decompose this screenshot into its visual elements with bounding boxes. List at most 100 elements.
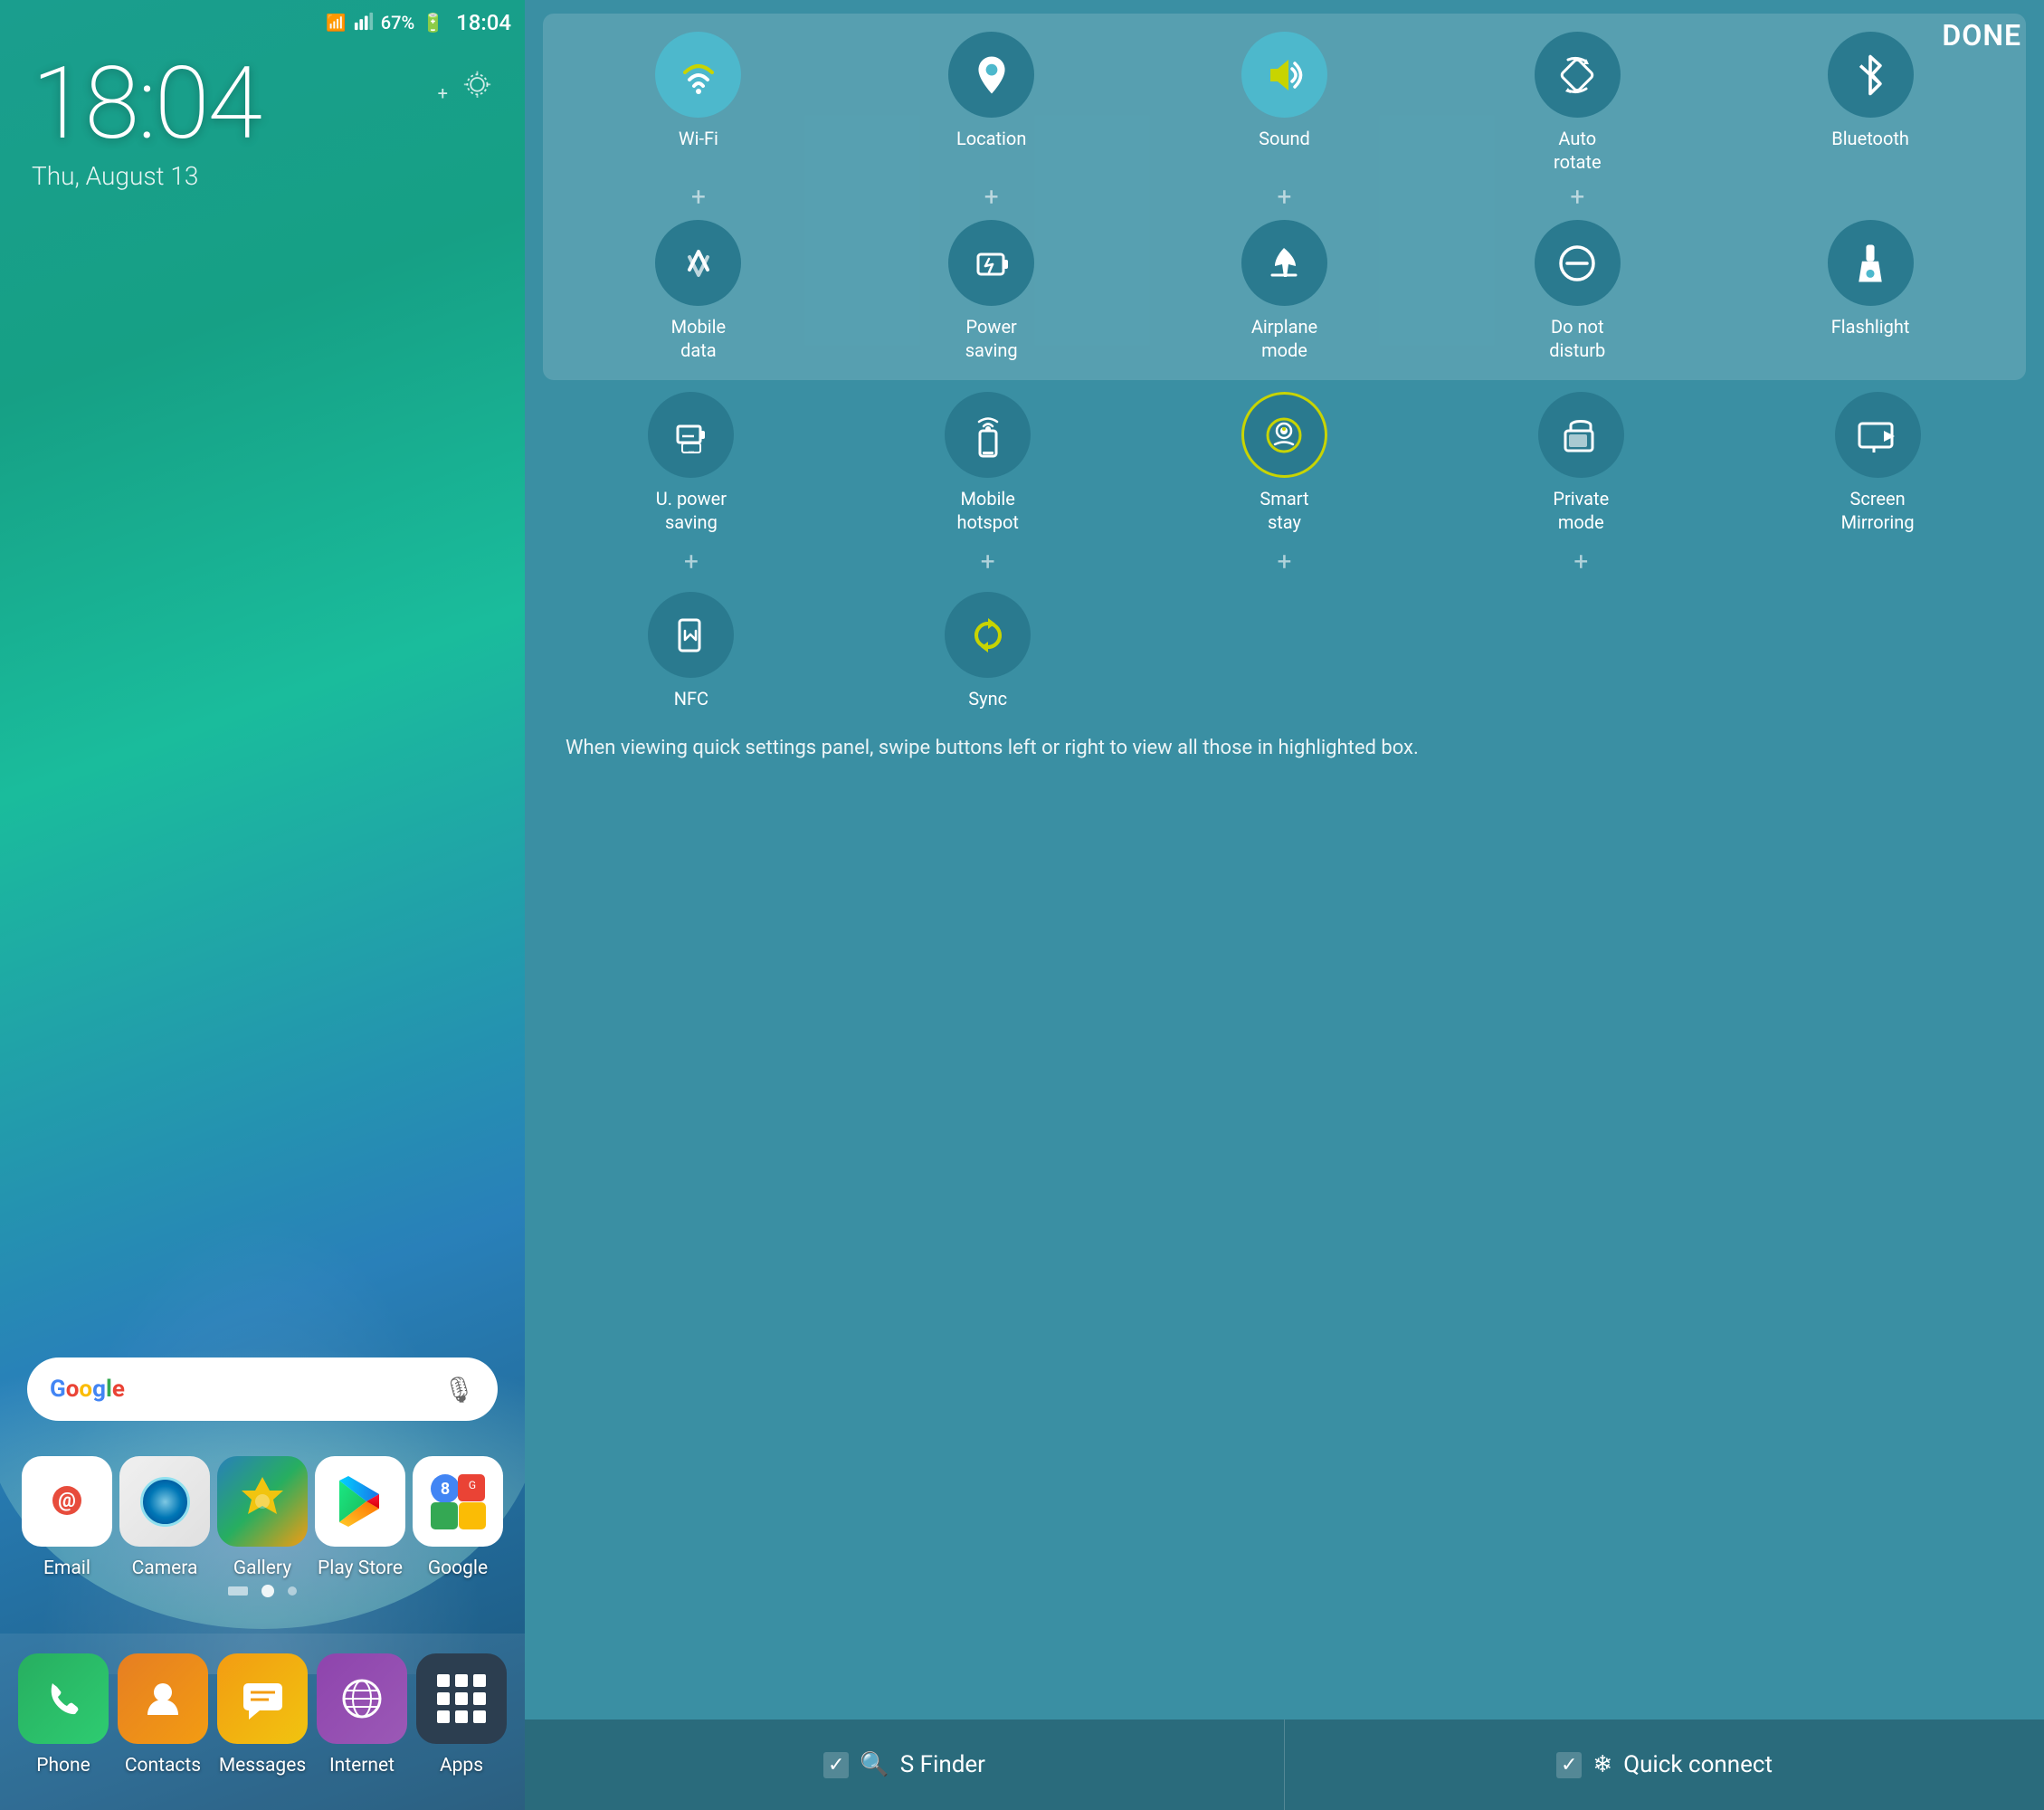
quickconnect-label: Quick connect — [1623, 1751, 1773, 1778]
done-button[interactable]: DONE — [1942, 18, 2021, 52]
mobilehotspot-label: Mobile hotspot — [956, 487, 1018, 534]
plus-4[interactable]: + — [1523, 182, 1631, 212]
quick-settings-container: Wi-Fi Location — [525, 0, 2044, 1720]
weather-widget[interactable]: + — [438, 68, 502, 118]
sfinder-button[interactable]: ✓ 🔍 S Finder — [525, 1720, 1285, 1810]
home-screen: 📶 67% 🔋 18:04 18:04 Thu, August 13 + — [0, 0, 525, 1810]
search-bar[interactable]: Google 🎙 — [27, 1358, 498, 1421]
qs-nfc[interactable]: NFC — [637, 592, 746, 710]
sound-label: Sound — [1259, 127, 1310, 150]
svg-text:G: G — [468, 1479, 475, 1491]
page-dot-1 — [228, 1586, 248, 1596]
plus-r3-3[interactable]: + — [1230, 547, 1338, 576]
plus-r3-1[interactable]: + — [637, 547, 746, 576]
quickconnect-button[interactable]: ✓ ❄ Quick connect — [1285, 1720, 2044, 1810]
app-camera[interactable]: Camera — [119, 1456, 210, 1579]
qs-sound[interactable]: Sound — [1230, 32, 1338, 150]
sound-toggle-icon — [1241, 32, 1327, 118]
plus-1[interactable]: + — [644, 182, 753, 212]
apps-label: Apps — [440, 1755, 483, 1777]
wifi-toggle-icon — [655, 32, 741, 118]
privatemode-label: Private mode — [1553, 487, 1609, 534]
contacts-label: Contacts — [125, 1755, 201, 1777]
contacts-icon — [118, 1653, 208, 1744]
qs-plus-row-1: + + + + — [552, 178, 2017, 215]
autorotate-label: Auto rotate — [1554, 127, 1602, 174]
google-app-label: Google — [428, 1558, 488, 1579]
qs-screenmirroring[interactable]: Screen Mirroring — [1823, 392, 1932, 534]
qs-mobiledata[interactable]: Mobile data — [644, 220, 753, 362]
mobilehotspot-toggle-icon — [945, 392, 1031, 478]
weather-add-icon: + — [438, 82, 448, 104]
sync-toggle-icon — [945, 592, 1031, 678]
svg-text:@: @ — [58, 1490, 76, 1512]
screenmirroring-toggle-icon — [1835, 392, 1921, 478]
qs-highlighted-section: Wi-Fi Location — [543, 14, 2026, 380]
dock-messages[interactable]: Messages — [217, 1653, 308, 1777]
location-toggle-icon — [948, 32, 1034, 118]
microphone-icon[interactable]: 🎙 — [442, 1375, 475, 1405]
gallery-label: Gallery — [233, 1558, 291, 1579]
qs-sync[interactable]: Sync — [934, 592, 1042, 710]
airplanemode-toggle-icon — [1241, 220, 1327, 306]
app-email[interactable]: @ Email — [22, 1456, 112, 1579]
dock-phone[interactable]: Phone — [18, 1653, 109, 1777]
camera-label: Camera — [132, 1558, 198, 1579]
qs-airplanemode[interactable]: Airplane mode — [1230, 220, 1338, 362]
qs-location[interactable]: Location — [937, 32, 1046, 150]
qs-plus-row-3: + + + + — [543, 543, 2026, 580]
battery-percent: 67% — [381, 12, 414, 33]
qs-upowersaving[interactable]: ... U. power saving — [637, 392, 746, 534]
qs-row-4: NFC Sync — [543, 587, 2026, 715]
weather-icon — [452, 68, 502, 118]
qs-donotdisturb[interactable]: Do not disturb — [1523, 220, 1631, 362]
qs-autorotate[interactable]: Auto rotate — [1523, 32, 1631, 174]
wifi-label: Wi-Fi — [679, 127, 718, 150]
plus-r3-4[interactable]: + — [1526, 547, 1635, 576]
flashlight-label: Flashlight — [1831, 315, 1910, 338]
dock-internet[interactable]: Internet — [317, 1653, 407, 1777]
info-text: When viewing quick settings panel, swipe… — [543, 719, 2026, 776]
search-bottom-icon: 🔍 — [860, 1751, 889, 1778]
upowersaving-toggle-icon: ... — [648, 392, 734, 478]
sfinder-label: S Finder — [900, 1751, 985, 1778]
plus-r3-2[interactable]: + — [934, 547, 1042, 576]
smartstay-label: Smart stay — [1260, 487, 1308, 534]
qs-mobilehotspot[interactable]: Mobile hotspot — [934, 392, 1042, 534]
page-indicators — [0, 1585, 525, 1597]
mobiledata-toggle-icon — [655, 220, 741, 306]
app-gallery[interactable]: Gallery — [217, 1456, 308, 1579]
sfinder-check: ✓ — [823, 1752, 849, 1778]
airplanemode-label: Airplane mode — [1251, 315, 1317, 362]
google-logo: Google — [50, 1376, 125, 1403]
bluetooth-label: Bluetooth — [1831, 127, 1909, 150]
svg-text:8: 8 — [440, 1480, 449, 1499]
dock-apps[interactable]: Apps — [416, 1653, 507, 1777]
plus-2[interactable]: + — [937, 182, 1046, 212]
phone-icon — [18, 1653, 109, 1744]
privatemode-toggle-icon — [1538, 392, 1624, 478]
internet-label: Internet — [329, 1755, 395, 1777]
qs-flashlight[interactable]: Flashlight — [1816, 220, 1925, 338]
qs-privatemode[interactable]: Private mode — [1526, 392, 1635, 534]
status-bar: 📶 67% 🔋 18:04 — [0, 0, 525, 45]
app-row: @ Email Camera Gallery — [0, 1456, 525, 1579]
battery-icon: 🔋 — [422, 12, 444, 33]
upowersaving-label: U. power saving — [656, 487, 727, 534]
app-google[interactable]: 8 G Google — [413, 1456, 503, 1579]
apps-icon — [416, 1653, 507, 1744]
internet-icon — [317, 1653, 407, 1744]
plus-3[interactable]: + — [1230, 182, 1338, 212]
qs-bluetooth[interactable]: Bluetooth — [1816, 32, 1925, 150]
clock-date: Thu, August 13 — [32, 161, 261, 191]
qs-powersaving[interactable]: Power saving — [937, 220, 1046, 362]
screenmirroring-label: Screen Mirroring — [1841, 487, 1915, 534]
email-icon: @ — [22, 1456, 112, 1547]
dock-contacts[interactable]: Contacts — [118, 1653, 208, 1777]
playstore-icon — [315, 1456, 405, 1547]
clock-widget: 18:04 Thu, August 13 — [32, 54, 261, 191]
qs-wifi[interactable]: Wi-Fi — [644, 32, 753, 150]
phone-label: Phone — [36, 1755, 90, 1777]
app-playstore[interactable]: Play Store — [315, 1456, 405, 1579]
qs-smartstay[interactable]: Smart stay — [1230, 392, 1338, 534]
